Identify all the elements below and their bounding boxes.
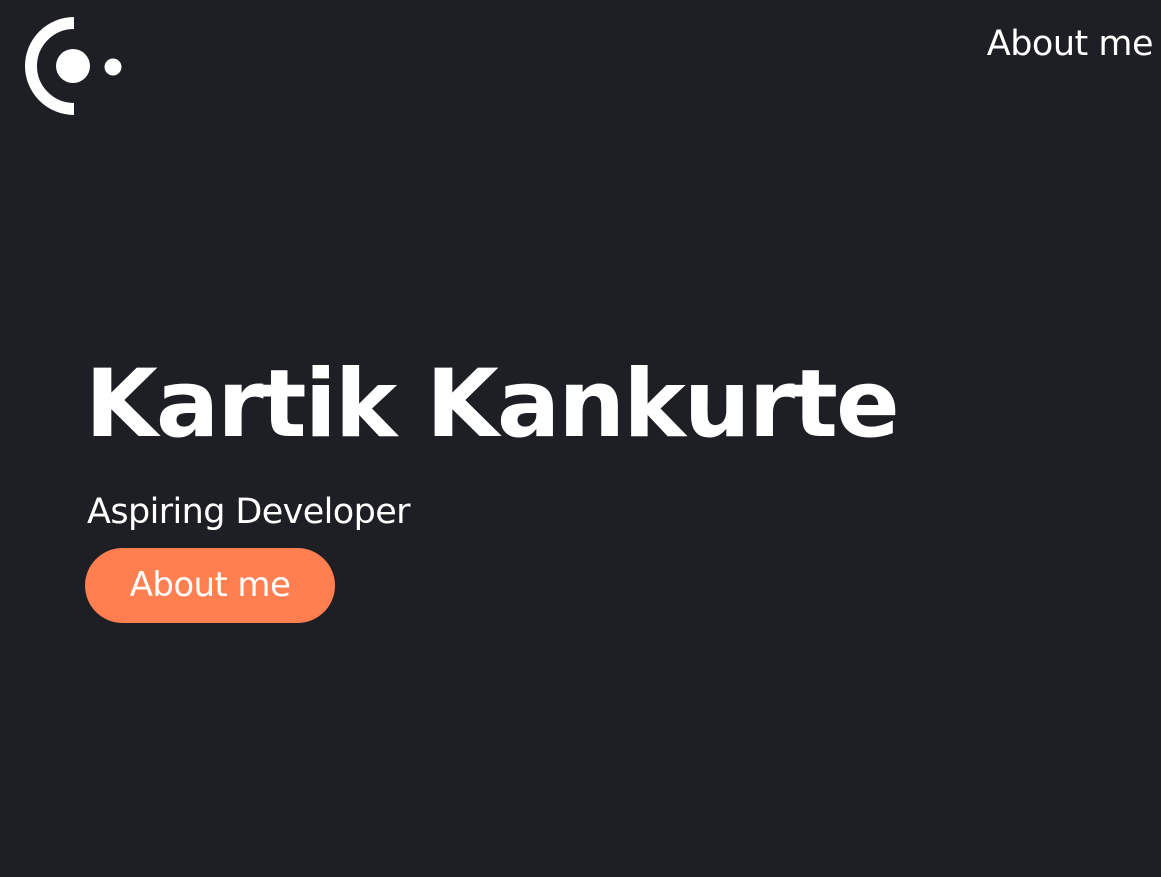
portfolio-page: About me Kartik Kankurte Aspiring Develo… — [0, 0, 1161, 877]
hero-title: Kartik Kankurte — [85, 350, 900, 459]
nav-link-about-me[interactable]: About me — [987, 22, 1154, 66]
logo-icon[interactable] — [22, 16, 126, 116]
hero-section: Kartik Kankurte Aspiring Developer About… — [85, 350, 1125, 623]
hero-subtitle: Aspiring Developer — [87, 492, 411, 532]
about-me-button[interactable]: About me — [85, 548, 335, 623]
